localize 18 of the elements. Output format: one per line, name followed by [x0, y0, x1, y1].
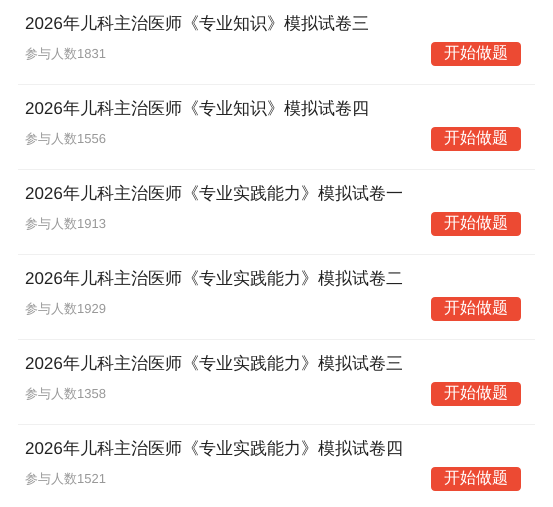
participant-count: 参与人数1521: [25, 470, 106, 488]
start-button[interactable]: 开始做题: [431, 467, 521, 491]
exam-title: 2026年儿科主治医师《专业实践能力》模拟试卷四: [25, 438, 404, 460]
exam-title: 2026年儿科主治医师《专业实践能力》模拟试卷二: [25, 268, 404, 290]
participant-count: 参与人数1358: [25, 385, 106, 404]
start-button[interactable]: 开始做题: [431, 382, 521, 406]
start-button[interactable]: 开始做题: [431, 127, 521, 151]
exam-title: 2026年儿科主治医师《专业实践能力》模拟试卷三: [25, 353, 404, 375]
participant-count: 参与人数1913: [25, 215, 106, 234]
participant-count: 参与人数1929: [25, 300, 106, 318]
start-button[interactable]: 开始做题: [431, 42, 521, 66]
participant-count: 参与人数1831: [25, 45, 106, 64]
participant-count: 参与人数1556: [25, 130, 106, 148]
exam-title: 2026年儿科主治医师《专业实践能力》模拟试卷一: [25, 183, 404, 205]
start-button[interactable]: 开始做题: [431, 297, 521, 321]
exam-title: 2026年儿科主治医师《专业知识》模拟试卷三: [25, 13, 370, 35]
start-button[interactable]: 开始做题: [431, 212, 521, 236]
exam-title: 2026年儿科主治医师《专业知识》模拟试卷四: [25, 98, 370, 120]
